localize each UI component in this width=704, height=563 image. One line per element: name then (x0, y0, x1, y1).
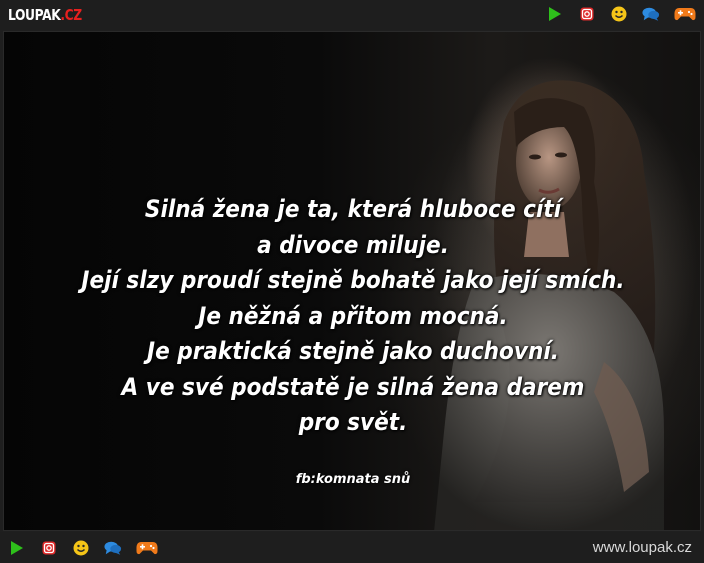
quote-line: Je něžná a přitom mocná. (198, 301, 508, 330)
play-icon[interactable] (546, 5, 564, 23)
instagram-icon[interactable] (578, 5, 596, 23)
bottom-icon-bar (8, 539, 158, 557)
image-panel: Silná žena je ta, která hluboce cítí a d… (3, 31, 701, 531)
quote-line: Její slzy proudí stejně bohatě jako její… (81, 266, 625, 294)
top-bar: LOUPAK.CZ (0, 0, 704, 30)
quote-line: A ve své podstatě je silná žena darem (121, 372, 585, 401)
smiley-icon[interactable] (72, 539, 90, 557)
play-icon[interactable] (8, 539, 26, 557)
quote-credit: fb:komnata snů (295, 472, 411, 487)
smiley-icon[interactable] (610, 5, 628, 23)
top-icon-bar (532, 5, 696, 23)
quote-line: Je praktická stejně jako duchovní. (147, 337, 559, 365)
site-logo[interactable]: LOUPAK.CZ (8, 5, 82, 25)
quote-line: a divoce miluje. (257, 230, 449, 259)
quote-line: pro svět. (298, 408, 408, 436)
site-url[interactable]: www.loupak.cz (593, 539, 692, 556)
gamepad-icon[interactable] (674, 5, 696, 23)
gamepad-icon[interactable] (136, 539, 158, 557)
quote-line: Silná žena je ta, která hluboce cítí (144, 195, 562, 223)
chat-icon[interactable] (642, 5, 660, 23)
chat-icon[interactable] (104, 539, 122, 557)
quote-text: Silná žena je ta, která hluboce cítí a d… (4, 192, 700, 441)
instagram-icon[interactable] (40, 539, 58, 557)
